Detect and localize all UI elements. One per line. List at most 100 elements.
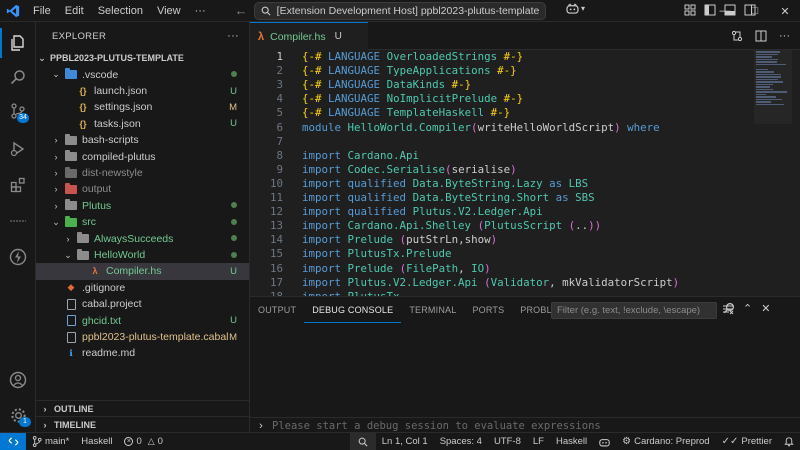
minimize-icon[interactable]: — [710, 0, 740, 22]
command-center-search[interactable]: [Extension Development Host] ppbl2023-pl… [254, 2, 546, 20]
tab-debug-console[interactable]: DEBUG CONSOLE [304, 297, 402, 323]
tree-file-cabal-project[interactable]: cabal.project [36, 296, 249, 312]
activity-accounts[interactable] [0, 365, 36, 395]
code-line[interactable]: 5 {-# LANGUAGE TemplateHaskell #-} [250, 106, 750, 120]
branch-indicator[interactable]: main* [26, 436, 75, 447]
tab-ports[interactable]: PORTS [464, 297, 512, 323]
code-line[interactable]: 10 import qualified Data.ByteString.Lazy … [250, 177, 750, 191]
problems-indicator[interactable]: × 0 △ 0 [118, 436, 169, 447]
code-line[interactable]: 3 {-# LANGUAGE DataKinds #-} [250, 78, 750, 92]
tree-folder-alwayssucceeds[interactable]: › AlwaysSucceeds [36, 231, 249, 247]
activity-search[interactable] [0, 62, 36, 92]
encoding[interactable]: UTF-8 [488, 436, 527, 447]
code-line[interactable]: 4 {-# LANGUAGE NoImplicitPrelude #-} [250, 92, 750, 106]
code-line[interactable]: 9 import Codec.Serialise(serialise) [250, 163, 750, 177]
code-line[interactable]: 13 import Cardano.Api.Shelley (PlutusScri… [250, 219, 750, 233]
search-icon[interactable] [723, 302, 735, 314]
explorer-more-icon[interactable]: ··· [227, 30, 239, 42]
tree-folder-dist-newstyle[interactable]: › dist-newstyle [36, 165, 249, 181]
language-mode[interactable]: Haskell [550, 436, 593, 447]
code-line[interactable]: 14 import Prelude (putStrLn,show) [250, 233, 750, 247]
code-line[interactable]: 11 import qualified Data.ByteString.Short… [250, 191, 750, 205]
tree-folder-plutus[interactable]: › Plutus [36, 198, 249, 214]
maximize-panel-icon[interactable]: ⌃ [743, 303, 752, 315]
chevron-down-icon: ⌄ [52, 216, 60, 227]
tree-file-readme[interactable]: ℹ readme.md [36, 345, 249, 361]
code-text: import PlutusTx.Prelude [302, 247, 452, 261]
activity-source-control[interactable]: 34 [0, 96, 36, 126]
cardano-network[interactable]: ⚙ Cardano: Preprod [616, 436, 716, 447]
activity-extensions[interactable] [0, 170, 36, 200]
outline-section[interactable]: › OUTLINE [36, 400, 249, 416]
tree-folder-vscode[interactable]: ⌄ .vscode [36, 67, 249, 83]
code-line[interactable]: 8 import Cardano.Api [250, 149, 750, 163]
tree-file-launch-json[interactable]: {} launch.json U [36, 83, 249, 99]
language-server-status[interactable]: Haskell [75, 436, 118, 447]
accounts-icon [9, 371, 27, 389]
workspace-root[interactable]: ⌄ PPBL2023-PLUTUS-TEMPLATE [36, 50, 249, 66]
code-line[interactable]: 6 module HelloWorld.Compiler(writeHelloWo… [250, 121, 750, 135]
close-panel-icon[interactable]: ✕ [761, 303, 770, 315]
tree-file-gitignore[interactable]: ◆ .gitignore [36, 280, 249, 296]
end-of-line[interactable]: LF [527, 436, 550, 447]
tab-status: U [334, 31, 342, 42]
prettier-status[interactable]: ✓✓ Prettier [716, 436, 778, 447]
minimap[interactable] [754, 50, 792, 124]
menu-selection[interactable]: Selection [91, 0, 150, 22]
code-line[interactable]: 7 [250, 135, 750, 149]
open-changes-icon[interactable] [731, 30, 743, 42]
code-line[interactable]: 16 import Prelude (FilePath, IO) [250, 262, 750, 276]
debug-console-filter-input[interactable]: Filter (e.g. text, !exclude, \escape) [551, 302, 717, 319]
menu-file[interactable]: File [26, 0, 58, 22]
tab-output[interactable]: OUTPUT [250, 297, 304, 323]
tree-folder-output[interactable]: › output [36, 181, 249, 197]
notifications[interactable] [778, 436, 800, 447]
tree-file-settings-json[interactable]: {} settings.json M [36, 99, 249, 115]
more-actions-icon[interactable]: ··· [779, 30, 790, 42]
activity-manage[interactable]: 1 [0, 400, 36, 430]
code-line[interactable]: 2 {-# LANGUAGE TypeApplications #-} [250, 64, 750, 78]
back-arrow-icon[interactable]: ← [235, 3, 248, 18]
tree-folder-src[interactable]: ⌄ src [36, 214, 249, 230]
menu-more[interactable]: ··· [188, 0, 213, 22]
tree-folder-helloworld[interactable]: ⌄ HelloWorld [36, 247, 249, 263]
copilot-status[interactable] [593, 437, 616, 447]
remote-indicator[interactable] [0, 433, 26, 450]
customize-layout-icon[interactable] [684, 4, 696, 16]
tree-file-tasks-json[interactable]: {} tasks.json U [36, 116, 249, 132]
copilot-button[interactable]: ▾ [566, 3, 585, 14]
indentation[interactable]: Spaces: 4 [434, 436, 488, 447]
tree-folder-bash-scripts[interactable]: › bash-scripts [36, 132, 249, 148]
code-editor[interactable]: 1 {-# LANGUAGE OverloadedStrings #-} 2 {-# … [250, 50, 800, 296]
tree-folder-compiled-plutus[interactable]: › compiled-plutus [36, 149, 249, 165]
maximize-icon[interactable]: □ [740, 0, 770, 22]
tab-terminal[interactable]: TERMINAL [401, 297, 464, 323]
code-line[interactable]: 15 import PlutusTx.Prelude [250, 247, 750, 261]
file-status: U [230, 85, 237, 97]
chevron-right-icon: › [43, 419, 47, 430]
explorer-title: EXPLORER [52, 30, 107, 42]
timeline-section[interactable]: › TIMELINE [36, 416, 249, 432]
cursor-position[interactable]: Ln 1, Col 1 [376, 436, 434, 447]
tree-file-ghcid-txt[interactable]: ghcid.txt U [36, 313, 249, 329]
split-editor-icon[interactable] [755, 30, 767, 42]
debug-console-input[interactable]: › Please start a debug session to evalua… [250, 417, 800, 433]
menu-edit[interactable]: Edit [58, 0, 91, 22]
tab-compiler-hs[interactable]: λ Compiler.hs U [250, 22, 368, 50]
code-line[interactable]: 1 {-# LANGUAGE OverloadedStrings #-} [250, 50, 750, 64]
code-line[interactable]: 17 import Plutus.V2.Ledger.Api (Validator… [250, 276, 750, 290]
zoom-indicator[interactable] [349, 433, 376, 450]
tree-file-compiler-hs[interactable]: λ Compiler.hs U [36, 263, 249, 280]
activity-remote[interactable] [0, 206, 36, 236]
menu-view[interactable]: View [150, 0, 188, 22]
tree-file-cabal[interactable]: ppbl2023-plutus-template.cabal M [36, 329, 249, 345]
folder-icon [64, 199, 78, 212]
activity-explorer[interactable] [0, 28, 36, 58]
chevron-down-icon: ▾ [581, 4, 586, 13]
activity-haskell[interactable] [0, 242, 36, 272]
activity-run-debug[interactable] [0, 134, 36, 164]
code-text: {-# LANGUAGE OverloadedStrings #-} [302, 50, 524, 63]
code-line[interactable]: 12 import qualified Plutus.V2.Ledger.Api [250, 205, 750, 219]
chevron-down-icon: ⌄ [38, 52, 46, 63]
close-icon[interactable]: ✕ [770, 0, 800, 22]
